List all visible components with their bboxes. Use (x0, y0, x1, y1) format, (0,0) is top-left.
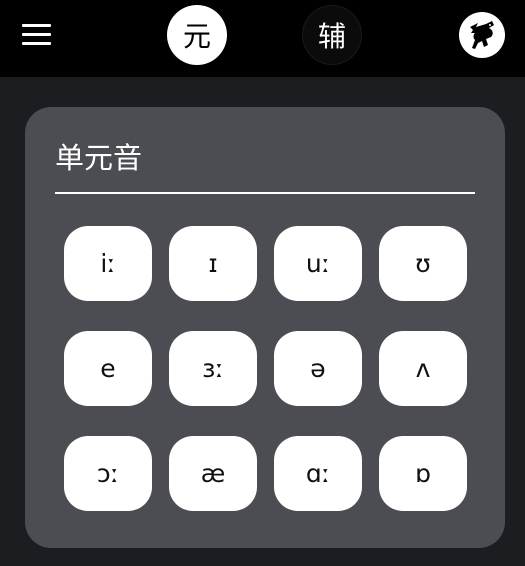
phoneme-button[interactable]: ɒ (379, 436, 467, 511)
phoneme-button[interactable]: e (64, 331, 152, 406)
top-bar: 元 辅 (0, 0, 525, 77)
phoneme-button[interactable]: æ (169, 436, 257, 511)
phoneme-button[interactable]: ɜː (169, 331, 257, 406)
card-title: 单元音 (55, 141, 143, 175)
monophthong-card: 单元音 iː ɪ uː ʊ e ɜː ə ʌ ɔː æ ɑː ɒ (25, 107, 505, 548)
title-divider (55, 192, 475, 194)
phoneme-button[interactable]: ʌ (379, 331, 467, 406)
phoneme-button[interactable]: uː (274, 226, 362, 301)
tab-consonants[interactable]: 辅 (302, 5, 362, 65)
phoneme-button[interactable]: ə (274, 331, 362, 406)
phoneme-button[interactable]: ʊ (379, 226, 467, 301)
tab-vowels[interactable]: 元 (167, 5, 227, 65)
phoneme-button[interactable]: ɪ (169, 226, 257, 301)
phoneme-button[interactable]: ɔː (64, 436, 152, 511)
phoneme-button[interactable]: iː (64, 226, 152, 301)
phoneme-grid: iː ɪ uː ʊ e ɜː ə ʌ ɔː æ ɑː ɒ (64, 226, 467, 511)
running-rabbit-logo-icon[interactable] (459, 12, 505, 58)
hamburger-menu-icon[interactable] (22, 24, 52, 46)
phoneme-button[interactable]: ɑː (274, 436, 362, 511)
